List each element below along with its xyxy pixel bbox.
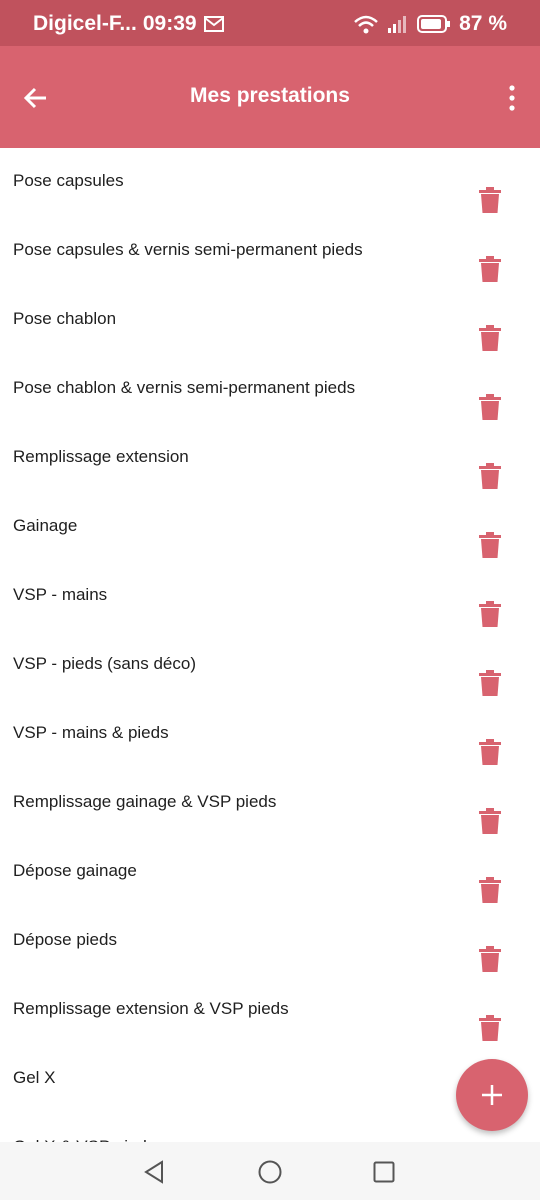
trash-icon[interactable] (478, 255, 502, 283)
list-item[interactable]: Remplissage extension (0, 424, 540, 493)
trash-icon[interactable] (478, 669, 502, 697)
list-item[interactable]: Gainage (0, 493, 540, 562)
service-label: Dépose pieds (13, 930, 117, 949)
trash-icon[interactable] (478, 462, 502, 490)
service-label: Gel X (13, 1068, 56, 1087)
mail-icon (203, 16, 224, 32)
trash-icon[interactable] (478, 600, 502, 628)
trash-icon[interactable] (478, 531, 502, 559)
clock: 09:39 (142, 12, 197, 35)
page-title: Mes prestations (190, 84, 350, 107)
trash-icon[interactable] (478, 738, 502, 766)
more-vertical-icon[interactable] (506, 84, 518, 112)
wifi-icon (354, 15, 378, 34)
system-nav-bar (0, 1142, 540, 1200)
service-label: VSP - mains & pieds (13, 723, 169, 742)
home-circle-icon[interactable] (256, 1158, 284, 1186)
list-item[interactable]: Dépose gainage (0, 838, 540, 907)
recents-square-icon[interactable] (370, 1158, 398, 1186)
service-label: Pose chablon (13, 309, 117, 328)
plus-icon (482, 1085, 502, 1105)
trash-icon[interactable] (478, 186, 502, 214)
battery-icon (417, 15, 451, 33)
list-item[interactable]: Remplissage gainage & VSP pieds (0, 769, 540, 838)
trash-icon[interactable] (478, 807, 502, 835)
status-left: Digicel-F... 09:39 (33, 12, 225, 36)
list-item[interactable]: Pose capsules & vernis semi-permanent pi… (0, 217, 540, 286)
service-label: Remplissage extension & VSP pieds (13, 999, 289, 1018)
service-label: VSP - pieds (sans déco) (13, 654, 196, 673)
back-triangle-icon[interactable] (141, 1158, 169, 1186)
list-item[interactable]: Dépose pieds (0, 907, 540, 976)
app-bar: Mes prestations (0, 46, 540, 148)
status-bar: Digicel-F... 09:39 87 % (0, 0, 540, 46)
trash-icon[interactable] (478, 393, 502, 421)
service-label: Pose chablon & vernis semi-permanent pie… (13, 378, 356, 397)
list-item[interactable]: Remplissage extension & VSP pieds (0, 976, 540, 1045)
service-label: VSP - mains (13, 585, 108, 604)
add-service-button[interactable] (456, 1059, 528, 1131)
list-item[interactable]: Pose capsules (0, 148, 540, 217)
service-label: Pose capsules & vernis semi-permanent pi… (13, 240, 363, 259)
service-label: Gainage (13, 516, 78, 535)
list-item[interactable]: VSP - mains & pieds (0, 700, 540, 769)
list-item[interactable]: Pose chablon (0, 286, 540, 355)
service-label: Remplissage gainage & VSP pieds (13, 792, 277, 811)
trash-icon[interactable] (478, 876, 502, 904)
status-right: 87 % (353, 12, 507, 36)
signal-icon (388, 16, 407, 33)
list-item[interactable]: Gel X & VSP pieds (0, 1114, 540, 1142)
list-item[interactable]: Pose chablon & vernis semi-permanent pie… (0, 355, 540, 424)
trash-icon[interactable] (478, 324, 502, 352)
services-list: Pose capsules Pose capsules & vernis semi… (0, 148, 540, 1142)
trash-icon[interactable] (478, 1014, 502, 1042)
list-item[interactable]: VSP - mains (0, 562, 540, 631)
service-label: Pose capsules (13, 171, 124, 190)
carrier-name: Digicel-F... (33, 12, 137, 35)
service-label: Remplissage extension (13, 447, 189, 466)
trash-icon[interactable] (478, 945, 502, 973)
service-label: Dépose gainage (13, 861, 137, 880)
list-item[interactable]: VSP - pieds (sans déco) (0, 631, 540, 700)
battery-level: 87 % (459, 12, 507, 35)
